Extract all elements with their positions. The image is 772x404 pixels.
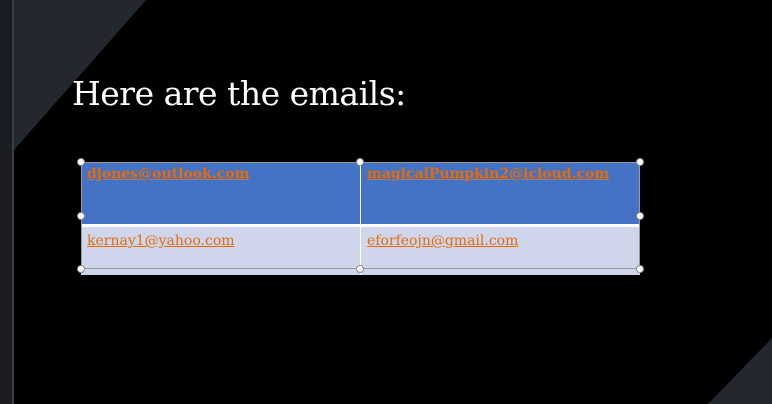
table-cell[interactable]: djones@outlook.com [81,162,361,227]
email-link[interactable]: eforfeojn@gmail.com [367,233,518,249]
resize-handle-icon[interactable] [77,265,85,273]
email-table[interactable]: djones@outlook.com magicalPumpkin2@iclou… [81,162,640,275]
table-cell[interactable]: magicalPumpkin2@icloud.com [360,162,640,227]
table-cell[interactable]: eforfeojn@gmail.com [360,225,640,275]
decorative-corner-shape-bottom [708,338,772,404]
table-row: djones@outlook.com magicalPumpkin2@iclou… [81,162,640,227]
resize-handle-icon[interactable] [77,212,85,220]
resize-handle-icon[interactable] [636,158,644,166]
slide-canvas: Here are the emails: djones@outlook.com … [0,0,772,404]
resize-handle-icon[interactable] [356,158,364,166]
email-link[interactable]: magicalPumpkin2@icloud.com [367,166,609,182]
email-link[interactable]: kernay1@yahoo.com [87,233,235,249]
resize-handle-icon[interactable] [77,158,85,166]
resize-handle-icon[interactable] [356,265,364,273]
email-link[interactable]: djones@outlook.com [87,166,249,182]
resize-handle-icon[interactable] [636,212,644,220]
resize-handle-icon[interactable] [636,265,644,273]
table-cell[interactable]: kernay1@yahoo.com [81,225,361,275]
email-table-container[interactable]: djones@outlook.com magicalPumpkin2@iclou… [81,162,640,275]
slide-title[interactable]: Here are the emails: [72,74,406,113]
